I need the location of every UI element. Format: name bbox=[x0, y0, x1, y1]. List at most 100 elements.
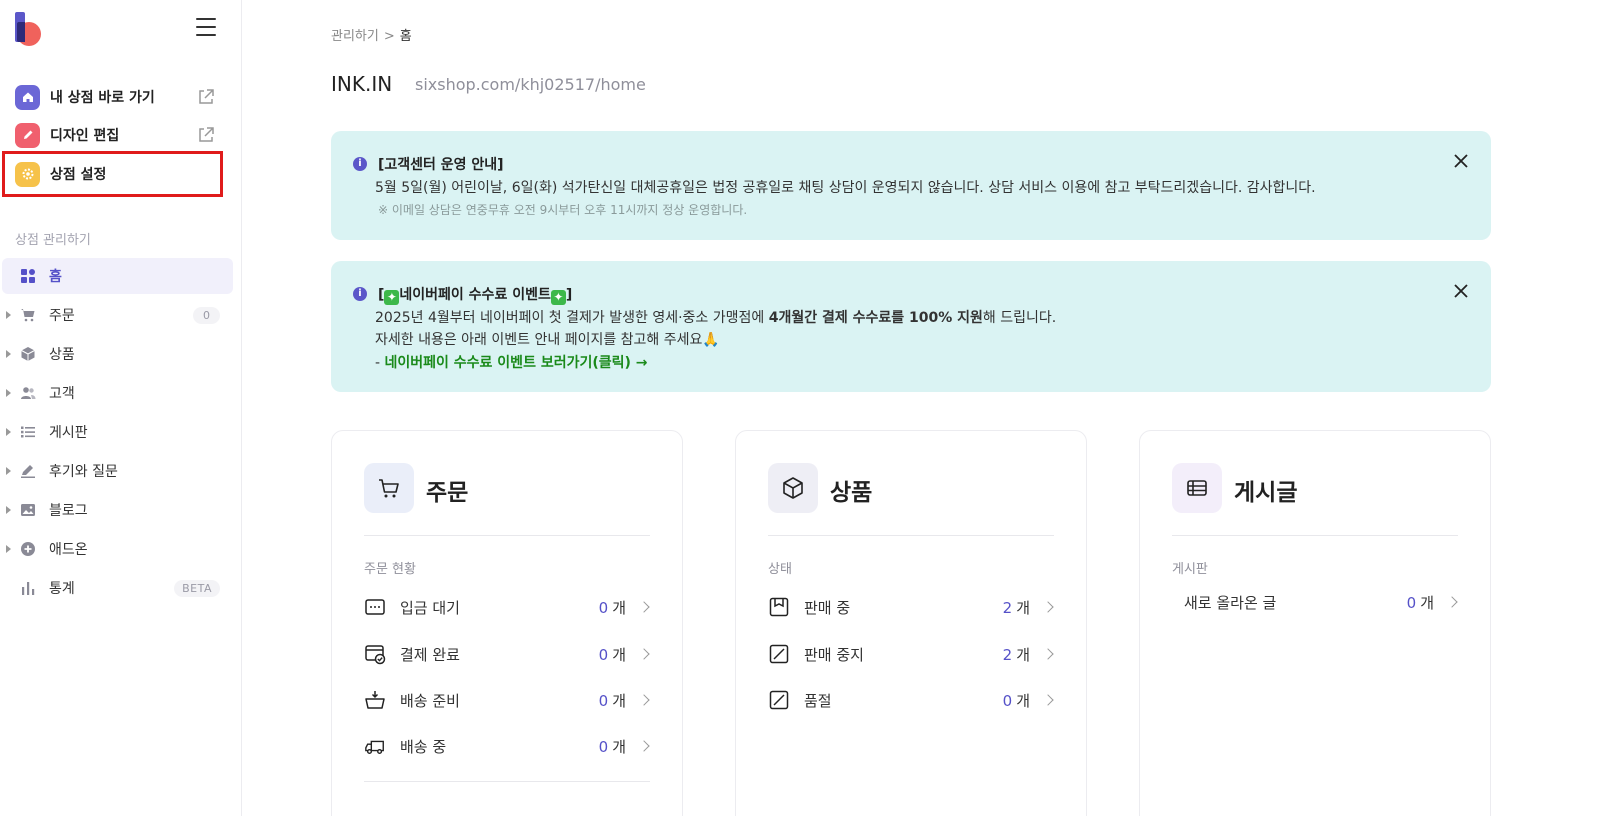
order-row-preparing-shipment[interactable]: 배송 준비 0개 bbox=[364, 685, 650, 715]
count-unit: 개 bbox=[1016, 598, 1030, 617]
highlight-box bbox=[2, 151, 223, 197]
nav-item-addons[interactable]: 애드온 bbox=[0, 531, 242, 567]
slash-box-icon bbox=[768, 689, 790, 711]
plus-circle-icon bbox=[20, 541, 36, 557]
order-row-shipping[interactable]: 배송 중 0개 bbox=[364, 731, 650, 761]
notice-link-line: - 네이버페이 수수료 이벤트 보러가기(클릭) → bbox=[375, 352, 648, 372]
info-icon: i bbox=[353, 157, 367, 171]
chevron-right-icon bbox=[638, 694, 650, 706]
nav-label: 블로그 bbox=[49, 503, 88, 519]
title-text: 네이버페이 수수료 이벤트 bbox=[399, 287, 551, 303]
store-name: INK.IN bbox=[331, 72, 393, 96]
sparkle-icon: ✦ bbox=[550, 290, 566, 305]
order-row-awaiting-payment[interactable]: 입금 대기 0개 bbox=[364, 592, 650, 622]
notice-naverpay-event: i [✦ 네이버페이 수수료 이벤트 ✦] 2025년 4월부터 네이버페이 첫 결… bbox=[331, 261, 1491, 392]
chevron-right-icon bbox=[1446, 596, 1458, 608]
main-content: 관리하기 > 홈 INK.IN sixshop.com/khj02517/home … bbox=[242, 0, 1600, 816]
pencil-icon bbox=[15, 122, 40, 148]
row-label: 새로 올라온 글 bbox=[1184, 593, 1277, 612]
posts-card: 게시글 게시판 새로 올라온 글 0개 bbox=[1139, 430, 1491, 816]
row-count: 0개 bbox=[1407, 592, 1434, 613]
notice-title: [고객센터 운영 안내] bbox=[378, 157, 504, 173]
product-row-sold-out[interactable]: 품절 0개 bbox=[768, 685, 1054, 715]
row-label: 판매 중지 bbox=[804, 645, 864, 664]
count-number: 0 bbox=[598, 691, 609, 710]
nav-label: 후기와 질문 bbox=[49, 464, 118, 480]
caret-right-icon[interactable] bbox=[6, 350, 11, 358]
caret-right-icon[interactable] bbox=[6, 506, 11, 514]
product-row-on-sale[interactable]: 판매 중 2개 bbox=[768, 592, 1054, 622]
count-unit: 개 bbox=[1016, 691, 1030, 710]
caret-right-icon[interactable] bbox=[6, 311, 11, 319]
store-url-link[interactable]: sixshop.com/khj02517/home bbox=[415, 75, 646, 94]
external-link-icon[interactable] bbox=[196, 87, 216, 107]
external-link-icon[interactable] bbox=[196, 125, 216, 145]
nav-label: 게시판 bbox=[49, 425, 88, 441]
close-icon[interactable] bbox=[1451, 151, 1471, 171]
home-icon bbox=[15, 84, 40, 110]
title-bracket-close: ] bbox=[565, 287, 573, 303]
naverpay-event-link[interactable]: 네이버페이 수수료 이벤트 보러가기(클릭) → bbox=[385, 355, 648, 371]
nav-item-home[interactable]: 홈 bbox=[2, 258, 233, 294]
close-icon[interactable] bbox=[1451, 281, 1471, 301]
count-unit: 개 bbox=[612, 598, 626, 617]
count-number: 0 bbox=[1406, 593, 1417, 612]
notice-text-2: 자세한 내용은 아래 이벤트 안내 페이지를 참고해 주세요🙏 bbox=[375, 332, 720, 348]
notice-subtext: ※ 이메일 상담은 연중무휴 오전 9시부터 오후 11시까지 정상 운영합니다… bbox=[378, 203, 748, 217]
caret-right-icon[interactable] bbox=[6, 545, 11, 553]
nav-item-customers[interactable]: 고객 bbox=[0, 375, 242, 411]
quick-link-design-edit[interactable]: 디자인 편집 bbox=[0, 116, 242, 154]
cart-icon bbox=[364, 463, 414, 513]
row-label: 결제 완료 bbox=[400, 645, 460, 664]
app: 내 상점 바로 가기 디자인 편집 상점 설정 상점 관리하기 홈 주문 0 상… bbox=[0, 0, 1600, 816]
dots-box-icon bbox=[364, 596, 386, 618]
nav-item-products[interactable]: 상품 bbox=[0, 336, 242, 372]
nav-item-blog[interactable]: 블로그 bbox=[0, 492, 242, 528]
row-count: 0개 bbox=[599, 597, 626, 618]
edit-icon bbox=[20, 463, 36, 479]
order-row-payment-complete[interactable]: 결제 완료 0개 bbox=[364, 639, 650, 669]
chevron-right-icon bbox=[1042, 694, 1054, 706]
post-row-new[interactable]: 새로 올라온 글 0개 bbox=[1184, 587, 1458, 617]
divider bbox=[768, 535, 1054, 536]
nav-label: 통계 bbox=[49, 581, 75, 597]
count-unit: 개 bbox=[612, 691, 626, 710]
basket-icon bbox=[364, 689, 386, 711]
nav-label: 홈 bbox=[49, 269, 62, 285]
count-number: 0 bbox=[1002, 691, 1013, 710]
row-count: 0개 bbox=[599, 644, 626, 665]
notice-text: 2025년 4월부터 네이버페이 첫 결제가 발생한 영세·중소 가맹점에 4개… bbox=[375, 307, 1056, 327]
product-row-sale-stopped[interactable]: 판매 중지 2개 bbox=[768, 639, 1054, 669]
chevron-right-icon bbox=[638, 648, 650, 660]
nav-label: 상품 bbox=[49, 347, 75, 363]
breadcrumb-parent[interactable]: 관리하기 bbox=[331, 29, 379, 44]
breadcrumb-separator: > bbox=[383, 29, 395, 44]
link-prefix: - bbox=[375, 355, 385, 371]
menu-icon[interactable] bbox=[196, 18, 216, 36]
caret-right-icon[interactable] bbox=[6, 467, 11, 475]
count-unit: 개 bbox=[1420, 593, 1434, 612]
nav-label: 주문 bbox=[49, 308, 75, 324]
card-title: 상품 bbox=[830, 480, 873, 506]
quick-link-my-store[interactable]: 내 상점 바로 가기 bbox=[0, 78, 242, 116]
nav-item-reviews[interactable]: 후기와 질문 bbox=[0, 453, 242, 489]
chevron-right-icon bbox=[1042, 601, 1054, 613]
breadcrumb: 관리하기 > 홈 bbox=[331, 25, 412, 44]
card-subtitle: 상태 bbox=[768, 562, 792, 577]
chevron-right-icon bbox=[638, 740, 650, 752]
nav-item-board[interactable]: 게시판 bbox=[0, 414, 242, 450]
caret-right-icon[interactable] bbox=[6, 389, 11, 397]
nav-item-stats[interactable]: 통계 BETA bbox=[0, 570, 242, 606]
bar-chart-icon bbox=[20, 580, 36, 596]
count-number: 0 bbox=[598, 737, 609, 756]
bookmark-box-icon bbox=[768, 596, 790, 618]
notice-title: [✦ 네이버페이 수수료 이벤트 ✦] bbox=[378, 284, 572, 305]
count-unit: 개 bbox=[612, 737, 626, 756]
divider bbox=[1172, 535, 1458, 536]
caret-right-icon[interactable] bbox=[6, 428, 11, 436]
count-unit: 개 bbox=[612, 645, 626, 664]
sixshop-logo[interactable] bbox=[15, 12, 43, 46]
chevron-right-icon bbox=[638, 601, 650, 613]
nav-label: 고객 bbox=[49, 386, 75, 402]
nav-item-orders[interactable]: 주문 0 bbox=[0, 297, 242, 333]
